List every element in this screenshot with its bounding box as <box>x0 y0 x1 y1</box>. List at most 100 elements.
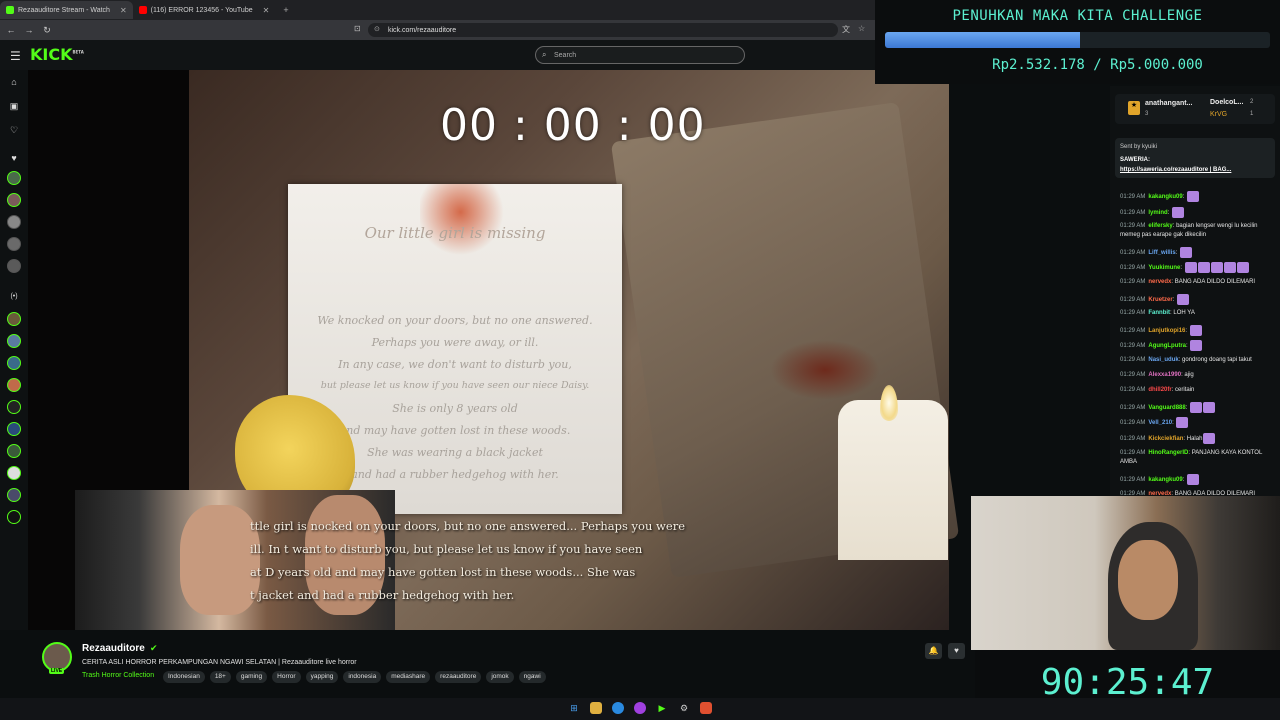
tag[interactable]: ngawi <box>518 671 546 683</box>
notification-bell-button[interactable]: 🔔 <box>925 643 942 659</box>
followed-channel-avatar[interactable] <box>7 259 21 273</box>
chat-username[interactable]: kakangku09 <box>1148 477 1182 483</box>
search-input[interactable]: ⌕ Search <box>535 46 745 64</box>
following-icon[interactable]: ♡ <box>8 125 20 136</box>
chat-username[interactable]: kakangku09 <box>1148 194 1182 200</box>
supporter-name[interactable]: anathangant... <box>1145 100 1192 107</box>
chat-message: 01:29 AM Lanjutkopi16: <box>1120 325 1270 336</box>
live-channel-avatar[interactable] <box>7 422 21 436</box>
live-channels-icon[interactable]: (•) <box>8 293 20 300</box>
close-tab-icon[interactable]: ✕ <box>263 6 270 15</box>
note-line: Perhaps you were away, or ill. <box>371 336 539 349</box>
new-tab-button[interactable]: + <box>275 5 296 15</box>
supporter-name[interactable]: DoelcoL... <box>1210 99 1243 106</box>
youtube-favicon-icon <box>138 6 147 14</box>
emote-icon <box>1190 340 1203 351</box>
tag[interactable]: gaming <box>235 671 268 683</box>
live-channel-avatar[interactable] <box>7 400 21 414</box>
chat-username[interactable]: nervedx <box>1148 279 1171 285</box>
tag[interactable]: mediashare <box>386 671 431 683</box>
live-channel-avatar[interactable] <box>7 378 21 392</box>
tag[interactable]: rezaauditore <box>435 671 482 683</box>
chat-message: 01:29 AM AgungLputra: <box>1120 340 1270 351</box>
live-channel-avatar[interactable] <box>7 312 21 326</box>
live-channel-avatar[interactable] <box>7 466 21 480</box>
pinned-message-header: Sent by kyuiki <box>1120 144 1158 150</box>
brave-browser-icon[interactable] <box>700 702 712 714</box>
chat-username[interactable]: Liff_willis <box>1148 250 1175 256</box>
follow-heart-button[interactable]: ♥ <box>948 643 965 659</box>
chat-username[interactable]: Kruetzer <box>1148 297 1172 303</box>
tag[interactable]: Indonesian <box>163 671 205 683</box>
live-channel-avatar[interactable] <box>7 444 21 458</box>
followed-channel-avatar[interactable] <box>7 215 21 229</box>
supporter-count: 2 <box>1250 99 1254 105</box>
supporter-name[interactable]: KrVG <box>1210 111 1227 118</box>
streamer-name[interactable]: Rezaauditore <box>82 643 145 654</box>
followed-channel-avatar[interactable] <box>7 171 21 185</box>
tag[interactable]: jomok <box>486 671 514 683</box>
chat-username[interactable]: Fannbit <box>1148 310 1170 316</box>
countdown-timer: 90:25:47 <box>975 650 1280 703</box>
home-icon[interactable]: ⌂ <box>8 77 20 87</box>
tag[interactable]: indonesia <box>343 671 382 683</box>
file-explorer-icon[interactable] <box>590 702 602 714</box>
chat-username[interactable]: dhill20fr <box>1148 387 1171 393</box>
kick-logo[interactable]: KICKBETA <box>30 45 84 64</box>
live-channel-avatar[interactable] <box>7 334 21 348</box>
chat-username[interactable]: AgungLputra <box>1148 343 1186 349</box>
live-channel-avatar[interactable] <box>7 510 21 524</box>
chat-username[interactable]: lymind <box>1148 210 1167 216</box>
back-icon[interactable]: ← <box>4 25 18 35</box>
tag[interactable]: 18+ <box>209 671 231 683</box>
chat-username[interactable]: Lanjutkopi16 <box>1148 328 1185 334</box>
subtitle-line: at D years old and may have gotten lost … <box>250 565 636 579</box>
browse-icon[interactable]: ▣ <box>8 101 20 112</box>
challenge-progress-fill <box>885 32 1080 48</box>
emote-icon <box>1203 402 1216 413</box>
settings-icon[interactable]: ⚙ <box>678 702 690 714</box>
chat-username[interactable]: Vanguard888 <box>1148 405 1185 411</box>
translate-icon[interactable]: 文 <box>842 24 850 35</box>
edge-browser-icon[interactable] <box>612 702 624 714</box>
subtitle-line: t jacket and had a rubber hedgehog with … <box>250 588 515 602</box>
bookmark-icon[interactable]: ⊡ <box>354 24 361 33</box>
chat-timestamp: 01:29 AM <box>1120 450 1146 456</box>
chat-username[interactable]: Yuukimune <box>1148 265 1180 271</box>
chat-message: 01:29 AM Vanguard888: <box>1120 402 1270 413</box>
stream-category[interactable]: Trash Horror Collection <box>82 672 154 679</box>
chat-username[interactable]: HinoRangerID <box>1148 450 1188 456</box>
game-subtitles: ttle girl is nocked on your doors, but n… <box>250 515 750 607</box>
chat-username[interactable]: Nasi_uduk <box>1148 357 1178 363</box>
chat-username[interactable]: elifersky <box>1148 223 1172 229</box>
close-tab-icon[interactable]: ✕ <box>120 6 127 15</box>
live-channel-avatar[interactable] <box>7 356 21 370</box>
app-icon[interactable] <box>634 702 646 714</box>
forward-icon[interactable]: → <box>22 25 36 35</box>
star-icon[interactable]: ☆ <box>858 24 865 35</box>
reload-icon[interactable]: ↻ <box>40 25 54 36</box>
followed-channel-avatar[interactable] <box>7 193 21 207</box>
tab-label: (116) ERROR 123456 - YouTube <box>150 6 253 14</box>
tag[interactable]: yapping <box>305 671 339 683</box>
pinned-message-link[interactable]: https://saweria.co/rezaauditore | BAG... <box>1120 167 1231 173</box>
windows-start-icon[interactable]: ⊞ <box>568 702 580 714</box>
media-player-icon[interactable]: ▶ <box>656 702 668 714</box>
menu-icon[interactable]: ☰ <box>10 49 21 63</box>
live-channel-avatar[interactable] <box>7 488 21 502</box>
chat-message: 01:29 AM Nasi_uduk: gondrong doang tapi t… <box>1120 356 1270 365</box>
tab-youtube[interactable]: (116) ERROR 123456 - YouTube ✕ <box>133 1 276 19</box>
chat-username[interactable]: Vell_210 <box>1148 420 1172 426</box>
tab-label: Rezaauditore Stream - Watch <box>18 6 110 14</box>
site-info-icon[interactable]: ⊙ <box>374 25 380 33</box>
chat-timestamp: 01:29 AM <box>1120 250 1146 257</box>
followed-channel-avatar[interactable] <box>7 237 21 251</box>
favorites-icon[interactable]: ♥ <box>8 153 20 163</box>
tag[interactable]: Horror <box>272 671 301 683</box>
address-bar[interactable]: ⊙ kick.com/rezaauditore <box>368 23 838 37</box>
chat-message: 01:29 AM kakangku09: <box>1120 474 1270 485</box>
chat-username[interactable]: Kickciekfian <box>1148 436 1183 442</box>
tab-kick[interactable]: Rezaauditore Stream - Watch ✕ <box>0 1 133 19</box>
chat-username[interactable]: Alexxa1990 <box>1148 372 1181 378</box>
chat-message: 01:29 AM Vell_210: <box>1120 417 1270 428</box>
